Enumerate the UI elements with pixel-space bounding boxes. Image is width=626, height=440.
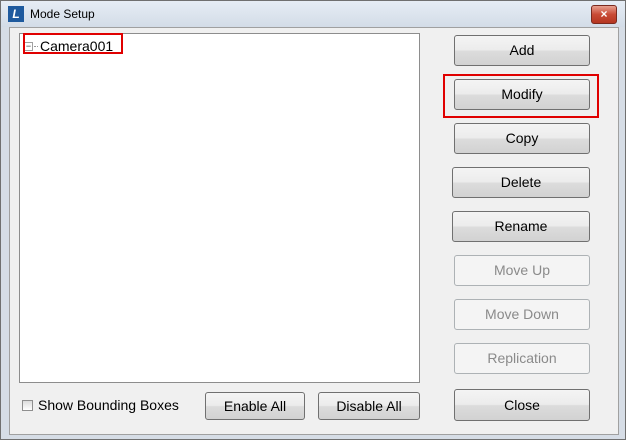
add-button[interactable]: Add bbox=[454, 35, 590, 66]
app-logo-icon: L bbox=[8, 6, 24, 22]
highlight-camera bbox=[23, 33, 123, 54]
mode-tree[interactable]: − Camera001 bbox=[19, 33, 420, 383]
title-bar: L Mode Setup × bbox=[1, 1, 625, 27]
delete-button[interactable]: Delete bbox=[452, 167, 590, 198]
window-title: Mode Setup bbox=[30, 7, 95, 21]
move-up-button[interactable]: Move Up bbox=[454, 255, 590, 286]
enable-all-button[interactable]: Enable All bbox=[205, 392, 305, 420]
replication-button[interactable]: Replication bbox=[454, 343, 590, 374]
show-bounding-boxes-label[interactable]: Show Bounding Boxes bbox=[38, 397, 179, 413]
close-icon[interactable]: × bbox=[591, 5, 617, 24]
highlight-modify bbox=[443, 74, 599, 118]
copy-button[interactable]: Copy bbox=[454, 123, 590, 154]
rename-button[interactable]: Rename bbox=[452, 211, 590, 242]
move-down-button[interactable]: Move Down bbox=[454, 299, 590, 330]
show-bounding-boxes-checkbox[interactable] bbox=[22, 400, 33, 411]
close-button[interactable]: Close bbox=[454, 389, 590, 421]
disable-all-button[interactable]: Disable All bbox=[318, 392, 420, 420]
